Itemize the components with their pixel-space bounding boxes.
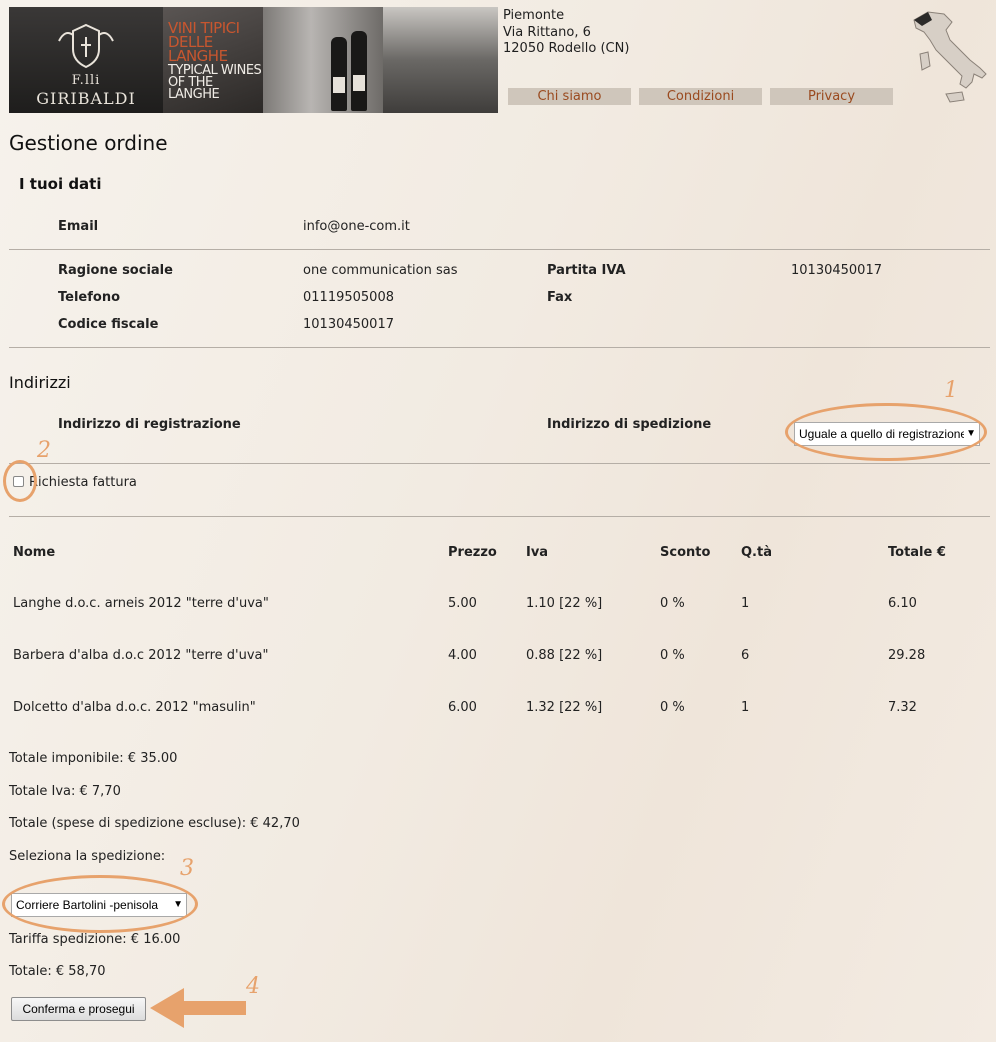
logo-text-line2: GIRIBALDI — [36, 89, 136, 108]
cell-iva: 1.32 [22 %] — [526, 700, 603, 715]
page-title: Gestione ordine — [9, 131, 168, 155]
logo[interactable]: F.lli GIRIBALDI — [9, 7, 163, 113]
divider — [9, 463, 990, 464]
company-address: Piemonte Via Rittano, 6 12050 Rodello (C… — [503, 8, 629, 58]
divider — [9, 249, 990, 250]
annotation-number-2: 2 — [37, 438, 51, 463]
banner-subtitle: TYPICAL WINES OF THE LANGHE — [168, 63, 262, 102]
cell-qty: 1 — [741, 596, 750, 611]
annotation-number-4: 4 — [246, 974, 260, 999]
email-value: info@one-com.it — [303, 219, 410, 234]
cell-total: 6.10 — [888, 596, 917, 611]
annotation-ring — [785, 403, 987, 461]
cell-name: Barbera d'alba d.o.c 2012 "terre d'uva" — [13, 648, 269, 663]
tax-code-label: Codice fiscale — [58, 317, 159, 332]
banner-title: VINI TIPICI DELLE LANGHE — [168, 19, 240, 65]
italy-map-icon — [913, 11, 987, 103]
cell-discount: 0 % — [660, 700, 685, 715]
nav-chi-siamo[interactable]: Chi siamo — [508, 88, 631, 105]
col-header-price: Prezzo — [448, 545, 497, 560]
divider — [9, 347, 990, 348]
col-header-qty: Q.tà — [741, 545, 772, 560]
phone-label: Telefono — [58, 290, 121, 305]
cell-total: 7.32 — [888, 700, 917, 715]
invoice-label: Richiesta fattura — [29, 475, 137, 490]
company-label: Ragione sociale — [58, 263, 173, 278]
grand-total: Totale: € 58,70 — [9, 964, 106, 979]
cell-price: 5.00 — [448, 596, 477, 611]
nav-privacy[interactable]: Privacy — [770, 88, 893, 105]
total-excl-shipping: Totale (spese di spedizione escluse): € … — [9, 816, 300, 831]
banner-photo-village — [383, 7, 498, 113]
cell-discount: 0 % — [660, 648, 685, 663]
cell-qty: 6 — [741, 648, 750, 663]
cell-price: 4.00 — [448, 648, 477, 663]
address-region: Piemonte — [503, 8, 565, 23]
bottle-image — [351, 31, 367, 111]
col-header-name: Nome — [13, 545, 56, 560]
shipping-address-label: Indirizzo di spedizione — [547, 417, 712, 432]
cell-qty: 1 — [741, 700, 750, 715]
col-header-total: Totale € — [888, 545, 946, 560]
shipping-rate: Tariffa spedizione: € 16.00 — [9, 932, 181, 947]
cell-price: 6.00 — [448, 700, 477, 715]
cell-name: Dolcetto d'alba d.o.c. 2012 "masulin" — [13, 700, 256, 715]
email-label: Email — [58, 219, 99, 234]
addresses-title: Indirizzi — [9, 373, 71, 392]
bottle-image — [331, 37, 347, 111]
tax-code-value: 10130450017 — [303, 317, 394, 332]
bottle-label — [333, 77, 345, 93]
company-value: one communication sas — [303, 263, 458, 278]
cell-iva: 0.88 [22 %] — [526, 648, 603, 663]
fax-label: Fax — [547, 290, 573, 305]
divider — [9, 516, 990, 517]
cell-discount: 0 % — [660, 596, 685, 611]
logo-text-line1: F.lli — [71, 73, 101, 88]
annotation-number-3: 3 — [180, 856, 194, 881]
header-banner: F.lli GIRIBALDI VINI TIPICI DELLE LANGHE… — [9, 7, 498, 113]
phone-value: 01119505008 — [303, 290, 394, 305]
bottle-label — [353, 75, 365, 91]
annotation-number-1: 1 — [944, 378, 958, 403]
annotation-ring — [2, 875, 198, 933]
select-shipping-label: Seleziona la spedizione: — [9, 849, 166, 864]
registration-address-label: Indirizzo di registrazione — [58, 417, 241, 432]
col-header-discount: Sconto — [660, 545, 711, 560]
confirm-button[interactable]: Conferma e prosegui — [11, 997, 146, 1021]
crest-icon — [58, 23, 114, 69]
cell-iva: 1.10 [22 %] — [526, 596, 603, 611]
cell-total: 29.28 — [888, 648, 926, 663]
vat-label: Partita IVA — [547, 263, 626, 278]
nav-condizioni[interactable]: Condizioni — [639, 88, 762, 105]
iva-total: Totale Iva: € 7,70 — [9, 784, 121, 799]
taxable-total: Totale imponibile: € 35.00 — [9, 751, 178, 766]
arrow-left-icon — [150, 988, 246, 1028]
annotation-ring — [3, 460, 37, 502]
cell-name: Langhe d.o.c. arneis 2012 "terre d'uva" — [13, 596, 269, 611]
your-data-title: I tuoi dati — [19, 175, 102, 193]
vat-value: 10130450017 — [791, 263, 882, 278]
col-header-iva: Iva — [526, 545, 549, 560]
address-street: Via Rittano, 6 — [503, 24, 591, 40]
address-city: 12050 Rodello (CN) — [503, 41, 630, 56]
